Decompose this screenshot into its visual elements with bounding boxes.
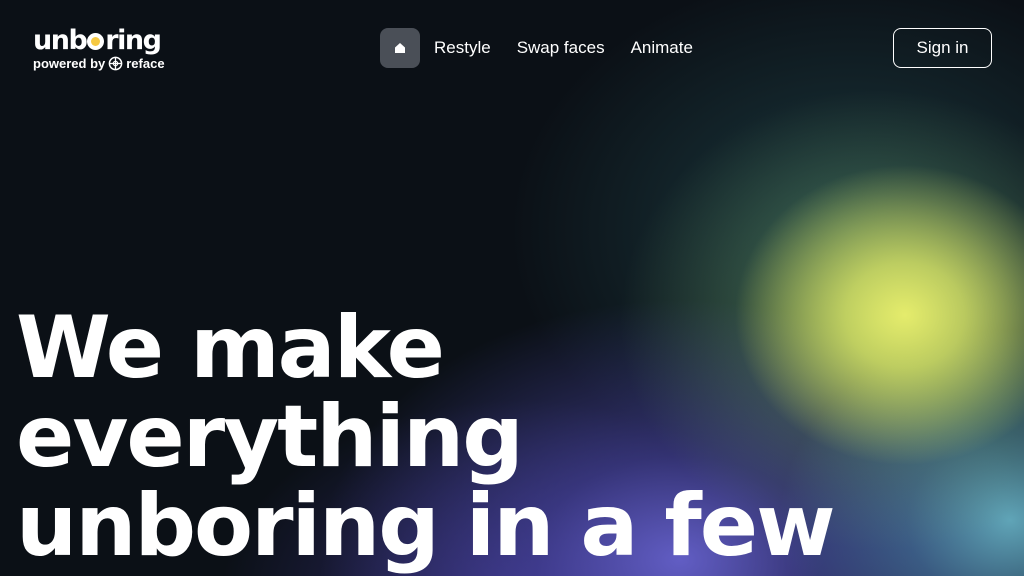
page: unb ring powered by reface Restyle Swap f…	[0, 0, 1024, 576]
home-button[interactable]	[380, 28, 420, 68]
logo-tagline: powered by reface	[33, 56, 203, 71]
logo-wordmark: unb ring	[33, 26, 203, 56]
logo-o-mark-icon	[87, 33, 105, 50]
hero-headline-line-2: everything	[16, 387, 524, 487]
logo-wordmark-end: ring	[105, 25, 162, 56]
hero-headline-line-1: We make	[16, 298, 445, 398]
hero-headline: We make everything unboring in a few	[16, 298, 836, 576]
main-nav: Restyle Swap faces Animate	[380, 28, 719, 68]
powered-by-text: powered by	[33, 56, 106, 71]
sign-in-button[interactable]: Sign in	[893, 28, 992, 68]
nav-link-restyle[interactable]: Restyle	[434, 38, 491, 58]
nav-link-animate[interactable]: Animate	[631, 38, 693, 58]
nav-link-swap-faces[interactable]: Swap faces	[517, 38, 605, 58]
reface-text: reface	[126, 56, 165, 71]
reface-logo-icon	[108, 56, 123, 71]
logo-wordmark-start: unb	[33, 25, 88, 56]
logo[interactable]: unb ring powered by reface	[33, 26, 203, 72]
home-icon	[395, 43, 405, 53]
hero-headline-line-3: unboring in a few	[16, 476, 836, 576]
